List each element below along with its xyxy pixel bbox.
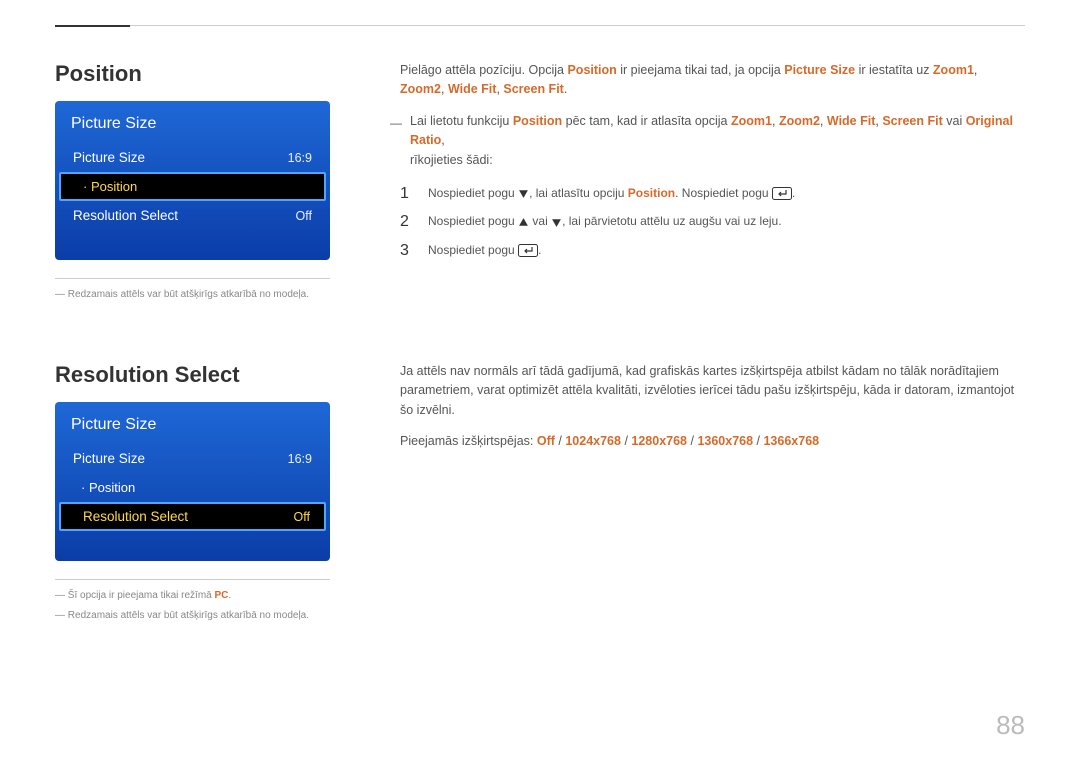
- section-title: Position: [55, 61, 330, 87]
- osd-item-label: Picture Size: [73, 150, 145, 165]
- section-title: Resolution Select: [55, 362, 330, 388]
- osd-item-value: Off: [296, 209, 312, 223]
- osd-panel: Picture Size Picture Size 16:9 · Position Re…: [55, 402, 330, 561]
- osd-item-value: 16:9: [288, 452, 312, 466]
- osd-title: Picture Size: [55, 412, 330, 444]
- osd-item-label: Picture Size: [73, 451, 145, 466]
- enter-icon: [518, 244, 538, 257]
- osd-item[interactable]: Picture Size 16:9: [55, 143, 330, 172]
- steps-list: Nospiediet pogu , lai atlasītu opciju Po…: [400, 184, 1025, 260]
- enter-icon: [772, 187, 792, 200]
- description: Pielāgo attēla pozīciju. Opcija Position…: [400, 61, 1025, 100]
- footnote: Redzamais attēls var būt atšķirīgs atkar…: [55, 608, 330, 624]
- osd-title: Picture Size: [55, 111, 330, 143]
- arrow-down-icon: [551, 217, 562, 228]
- footnote: Šī opcija ir pieejama tikai režīmā PC.: [55, 588, 330, 604]
- footnote: Redzamais attēls var būt atšķirīgs atkar…: [55, 287, 330, 303]
- osd-item[interactable]: Resolution Select Off: [55, 201, 330, 230]
- step-item: Nospiediet pogu vai , lai pārvietotu att…: [400, 212, 1025, 231]
- osd-item-label: Resolution Select: [73, 208, 178, 223]
- osd-item-label: Resolution Select: [83, 509, 188, 524]
- osd-item[interactable]: · Position: [55, 473, 330, 502]
- description: Ja attēls nav normāls arī tādā gadījumā,…: [400, 362, 1025, 420]
- arrow-up-icon: [518, 217, 529, 228]
- osd-item-label: · Position: [83, 179, 137, 194]
- step-item: Nospiediet pogu , lai atlasītu opciju Po…: [400, 184, 1025, 203]
- step-item: Nospiediet pogu .: [400, 241, 1025, 260]
- osd-item-value: 16:9: [288, 151, 312, 165]
- note: ―Lai lietotu funkciju Position pēc tam, …: [400, 112, 1025, 170]
- osd-item[interactable]: Picture Size 16:9: [55, 444, 330, 473]
- arrow-down-icon: [518, 188, 529, 199]
- osd-item-label: · Position: [81, 480, 135, 495]
- osd-item-value: Off: [294, 510, 310, 524]
- resolutions-line: Pieejamās izšķirtspējas: Off / 1024x768 …: [400, 432, 1025, 451]
- osd-panel: Picture Size Picture Size 16:9 · Position Re…: [55, 101, 330, 260]
- osd-item[interactable]: Resolution Select Off: [59, 502, 326, 531]
- osd-item[interactable]: · Position: [59, 172, 326, 201]
- page-number: 88: [996, 710, 1025, 741]
